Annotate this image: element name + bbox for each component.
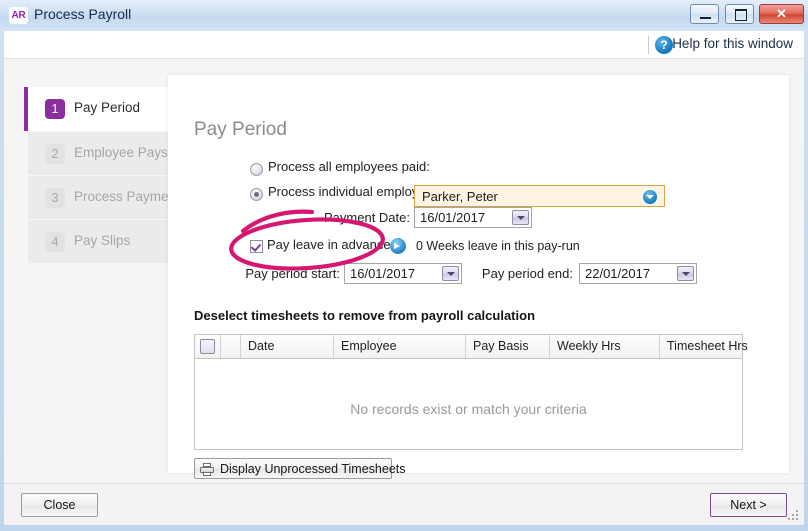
display-unprocessed-timesheets-button[interactable]: Display Unprocessed Timesheets: [194, 458, 406, 479]
pay-period-start-value: 16/01/2017: [350, 266, 416, 281]
maximize-button[interactable]: [724, 4, 754, 24]
app-logo-icon: AR: [9, 7, 28, 24]
grid-header-timesheet-hrs[interactable]: Timesheet Hrs: [660, 335, 748, 358]
pay-period-end-field[interactable]: 22/01/2017: [579, 263, 697, 284]
grid-header-pay-basis[interactable]: Pay Basis: [466, 335, 550, 358]
close-icon: ✕: [776, 6, 787, 21]
timesheets-grid: Date Employee Pay Basis Weekly Hrs Times…: [194, 334, 748, 450]
leave-in-payrun-note: 0 Weeks leave in this pay-run: [416, 239, 580, 253]
grid-header-weekly-hrs[interactable]: Weekly Hrs: [550, 335, 660, 358]
close-window-button[interactable]: ✕: [759, 4, 804, 24]
sidebar-item-label: Pay Period: [74, 100, 141, 115]
sidebar-item-pay-period[interactable]: 1 Pay Period: [24, 87, 168, 131]
grid-empty-message: No records exist or match your criteria: [350, 401, 587, 417]
printer-icon: [200, 463, 214, 476]
process-payroll-window: AR Process Payroll ✕ ? Help for this win…: [0, 0, 808, 531]
pay-period-start-field[interactable]: 16/01/2017: [344, 263, 462, 284]
question-mark-icon: ?: [655, 36, 673, 54]
employee-combobox-value: Parker, Peter: [422, 189, 498, 204]
radio-process-individual-employee-label: Process individual employee:: [268, 184, 437, 199]
pay-period-start-dropdown-button[interactable]: [442, 266, 459, 281]
step-number-badge: 2: [45, 144, 65, 164]
payment-date-field[interactable]: 16/01/2017: [414, 207, 532, 228]
page-title: Pay Period: [194, 119, 287, 140]
grid-header-employee[interactable]: Employee: [334, 335, 466, 358]
grid-header-select-all[interactable]: [195, 335, 221, 358]
sidebar-item-process-payments[interactable]: 3 Process Payments: [28, 175, 187, 219]
title-bar: AR Process Payroll ✕: [0, 0, 808, 31]
step-number-badge: 1: [45, 99, 65, 119]
help-for-this-window-link[interactable]: Help for this window: [672, 36, 793, 51]
sidebar-item-label: Employee Pays: [74, 145, 168, 160]
resize-grip-icon[interactable]: [788, 510, 800, 522]
select-all-checkbox[interactable]: [200, 339, 215, 354]
grid-caption: Deselect timesheets to remove from payro…: [194, 308, 536, 323]
chevron-down-circle-icon[interactable]: [643, 190, 657, 204]
pay-period-end-dropdown-button[interactable]: [677, 266, 694, 281]
window-title: Process Payroll: [34, 6, 132, 22]
radio-process-all-employees[interactable]: [250, 163, 263, 176]
help-bar: ? Help for this window: [4, 31, 804, 59]
help-divider: [648, 36, 649, 54]
next-button[interactable]: Next >: [710, 493, 787, 517]
pay-period-panel: Pay Period Process all employees paid: P…: [168, 75, 789, 479]
payment-date-label: Payment Date:: [324, 210, 410, 225]
sidebar-item-pay-slips[interactable]: 4 Pay Slips: [28, 219, 168, 263]
arrow-right-circle-icon[interactable]: [390, 238, 406, 254]
pay-period-end-value: 22/01/2017: [585, 266, 651, 281]
window-controls: ✕: [689, 4, 804, 25]
sidebar-item-label: Pay Slips: [74, 233, 131, 248]
sidebar-item-employee-pays[interactable]: 2 Employee Pays: [28, 131, 168, 175]
body-area: 1 Pay Period 2 Employee Pays 3 Process P…: [4, 59, 804, 483]
radio-process-individual-employee[interactable]: [250, 188, 263, 201]
step-number-badge: 3: [45, 188, 65, 208]
minimize-button[interactable]: [690, 4, 720, 24]
grid-header-blank: [221, 335, 241, 358]
footer-bar: Close Next >: [4, 483, 804, 525]
employee-combobox[interactable]: Parker, Peter: [414, 185, 665, 207]
payment-date-value: 16/01/2017: [420, 210, 486, 225]
maximize-icon: [734, 9, 747, 21]
pay-period-end-label: Pay period end:: [481, 266, 573, 281]
pay-leave-in-advance-label: Pay leave in advance:: [267, 237, 395, 252]
payment-date-dropdown-button[interactable]: [512, 210, 529, 225]
pay-period-start-label: Pay period start:: [245, 266, 340, 281]
minimize-icon: [700, 17, 712, 19]
step-number-badge: 4: [45, 232, 65, 252]
pay-leave-in-advance-checkbox[interactable]: [250, 240, 263, 253]
grid-header-date[interactable]: Date: [241, 335, 334, 358]
close-button[interactable]: Close: [21, 493, 98, 517]
step-sidebar: 1 Pay Period 2 Employee Pays 3 Process P…: [4, 59, 187, 483]
grid-header-row: Date Employee Pay Basis Weekly Hrs Times…: [195, 335, 748, 359]
radio-process-all-employees-label: Process all employees paid:: [268, 159, 430, 174]
display-unprocessed-timesheets-label: Display Unprocessed Timesheets: [220, 462, 406, 476]
